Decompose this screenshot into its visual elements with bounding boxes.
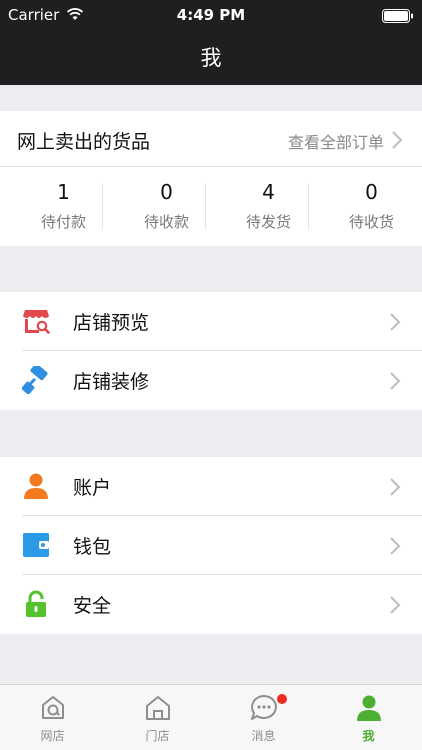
orders-header[interactable]: 网上卖出的货品 查看全部订单 (0, 111, 422, 167)
account-menu-panel: 账户 钱包 安全 (0, 457, 422, 634)
stat-count: 1 (57, 180, 70, 204)
tab-label: 门店 (145, 729, 170, 743)
chevron-right-icon (388, 312, 402, 332)
stat-count: 0 (160, 180, 173, 204)
menu-item-shop-preview[interactable]: 店铺预览 (0, 292, 422, 351)
tab-store[interactable]: 门店 (105, 685, 210, 750)
page-title: 我 (200, 46, 222, 70)
wallet-icon (22, 531, 50, 559)
menu-item-security[interactable]: 安全 (0, 575, 422, 634)
orders-panel: 网上卖出的货品 查看全部订单 1 待付款 0 待收款 4 待发货 0 待收货 (0, 111, 422, 246)
stat-count: 4 (262, 180, 275, 204)
online-shop-icon (38, 693, 68, 723)
status-bar: Carrier 4:49 PM (0, 0, 422, 30)
tab-profile[interactable]: 我 (316, 685, 421, 750)
stat-label: 待收款 (143, 213, 189, 231)
menu-item-label: 店铺预览 (73, 312, 150, 334)
menu-item-label: 安全 (73, 595, 112, 617)
divider (102, 183, 103, 229)
stat-count: 0 (365, 180, 378, 204)
tab-label: 消息 (251, 729, 276, 743)
profile-icon (354, 693, 384, 723)
menu-item-shop-decoration[interactable]: 店铺装修 (0, 351, 422, 410)
chevron-right-icon (388, 477, 402, 497)
menu-item-wallet[interactable]: 钱包 (0, 516, 422, 575)
store-icon (143, 693, 173, 723)
tab-label: 网店 (40, 729, 65, 743)
paint-roller-icon (22, 366, 50, 394)
divider (205, 183, 206, 229)
menu-item-label: 钱包 (73, 536, 112, 558)
notification-badge (277, 694, 287, 704)
shop-preview-icon (22, 307, 50, 335)
view-all-orders-link[interactable]: 查看全部订单 (288, 129, 384, 153)
menu-item-label: 账户 (73, 477, 112, 499)
status-time: 4:49 PM (176, 6, 246, 24)
stat-label: 待付款 (40, 213, 86, 231)
lock-icon (22, 590, 50, 618)
tab-messages[interactable]: 消息 (211, 685, 316, 750)
user-icon (22, 472, 50, 500)
divider (308, 183, 309, 229)
menu-item-account[interactable]: 账户 (0, 457, 422, 516)
tab-online-shop[interactable]: 网店 (0, 685, 105, 750)
chevron-right-icon (388, 536, 402, 556)
stat-pending-shipment[interactable]: 4 待发货 (216, 167, 321, 246)
chevron-right-icon (388, 595, 402, 615)
orders-title: 网上卖出的货品 (17, 131, 151, 153)
tab-bar: 网店 门店 消息 我 (0, 684, 422, 750)
stat-pending-receipt[interactable]: 0 待收货 (319, 167, 422, 246)
menu-item-label: 店铺装修 (73, 371, 150, 393)
shop-menu-panel: 店铺预览 店铺装修 (0, 292, 422, 410)
message-icon (249, 693, 279, 723)
stat-pending-payment[interactable]: 1 待付款 (11, 167, 116, 246)
stat-label: 待发货 (245, 213, 291, 231)
nav-bar: 我 (0, 30, 422, 85)
battery-icon (382, 8, 414, 23)
chevron-right-icon (388, 371, 402, 391)
tab-label: 我 (362, 729, 375, 743)
stat-label: 待收货 (348, 213, 394, 231)
stat-pending-collection[interactable]: 0 待收款 (114, 167, 219, 246)
chevron-right-icon (390, 130, 404, 150)
